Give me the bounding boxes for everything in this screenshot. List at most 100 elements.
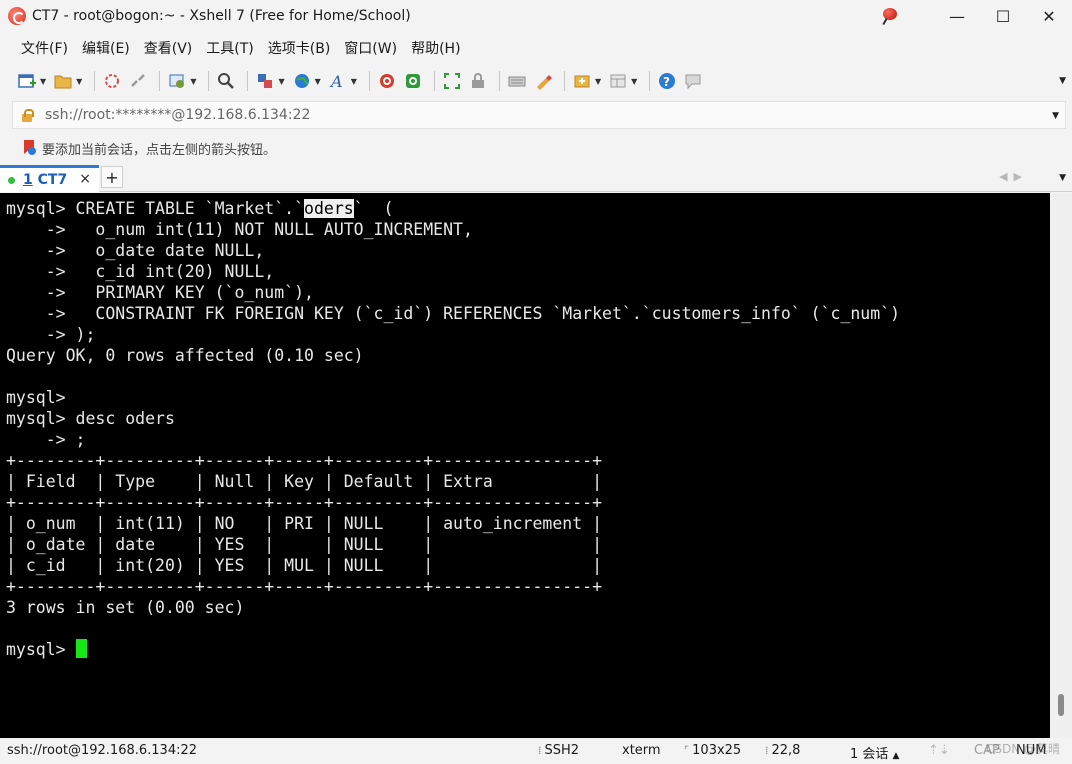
toolbar-overflow-icon[interactable]: ▼: [1059, 76, 1066, 86]
new-session-icon[interactable]: [16, 70, 38, 92]
terminal-line: -> CONSTRAINT FK FOREIGN KEY (`c_id`) RE…: [6, 304, 901, 323]
terminal-line: -> PRIMARY KEY (`o_num`),: [6, 283, 314, 302]
tab-ct7[interactable]: 1 CT7 ×: [0, 165, 99, 192]
svg-text:?: ?: [663, 75, 670, 89]
status-sessions[interactable]: 1 会话 ▲: [850, 743, 899, 762]
search-icon[interactable]: [215, 70, 237, 92]
terminal-scrollbar[interactable]: [1050, 193, 1072, 738]
toolbar-separator: [563, 71, 565, 91]
transfer-icon[interactable]: [254, 70, 276, 92]
tab-list-dropdown-icon[interactable]: ▼: [1059, 173, 1066, 183]
address-bar[interactable]: ssh://root:********@192.168.6.134:22 ▼: [12, 101, 1066, 129]
globe-dropdown-icon[interactable]: ▼: [315, 77, 321, 86]
terminal-line: mysql> desc oders: [6, 409, 175, 428]
help-icon[interactable]: ?: [656, 70, 678, 92]
add-session-icon[interactable]: [571, 70, 593, 92]
table-border: +--------+---------+------+-----+-------…: [6, 493, 603, 512]
toolbar: ▼ ▼ ▼ ▼ ▼ A ▼ ▼ ▼ ? ▼: [0, 64, 1072, 98]
terminal[interactable]: mysql> CREATE TABLE `Market`.`oders` ( -…: [0, 193, 1050, 738]
menu-file[interactable]: 文件(F): [14, 38, 75, 58]
properties-icon[interactable]: [166, 70, 188, 92]
tab-scroll-arrows-icon[interactable]: ◀▶: [999, 170, 1028, 183]
maximize-button[interactable]: ☐: [980, 0, 1026, 32]
toolbar-separator: [649, 71, 651, 91]
terminal-line: Query OK, 0 rows affected (0.10 sec): [6, 346, 364, 365]
xftp-icon[interactable]: [402, 70, 424, 92]
terminal-line: 3 rows in set (0.00 sec): [6, 598, 245, 617]
font-icon[interactable]: A: [327, 70, 349, 92]
menu-bar: 文件(F) 编辑(E) 查看(V) 工具(T) 选项卡(B) 窗口(W) 帮助(…: [0, 32, 1072, 64]
svg-text:A: A: [329, 72, 343, 90]
chat-icon[interactable]: [682, 70, 704, 92]
add-session-arrow-icon[interactable]: [22, 140, 36, 156]
table-border: +--------+---------+------+-----+-------…: [6, 577, 603, 596]
table-border: +--------+---------+------+-----+-------…: [6, 451, 603, 470]
menu-view[interactable]: 查看(V): [137, 38, 200, 58]
table-header: | Field | Type | Null | Key | Default | …: [6, 472, 603, 491]
terminal-line: -> ;: [6, 430, 86, 449]
add-tab-button[interactable]: +: [101, 166, 123, 188]
status-size: ⌜ 103x25: [684, 743, 742, 758]
tab-label: 1 CT7: [23, 172, 68, 188]
title-bar: CT7 - root@bogon:~ - Xshell 7 (Free for …: [0, 0, 1072, 32]
pin-icon[interactable]: [880, 6, 900, 26]
status-cursor-pos: ⁞ 22,8: [765, 743, 801, 758]
hint-text: 要添加当前会话，点击左侧的箭头按钮。: [42, 142, 277, 158]
toolbar-separator: [208, 71, 210, 91]
open-dropdown-icon[interactable]: ▼: [76, 77, 82, 86]
status-bar: ssh://root@192.168.6.134:22 ⁞ SSH2 xterm …: [0, 738, 1072, 764]
terminal-line: -> c_id int(20) NULL,: [6, 262, 275, 281]
resize-icon: ⌜: [684, 744, 690, 757]
properties-dropdown-icon[interactable]: ▼: [190, 77, 196, 86]
fullscreen-icon[interactable]: [441, 70, 463, 92]
prompt-line[interactable]: mysql>: [6, 639, 1050, 660]
font-dropdown-icon[interactable]: ▼: [351, 77, 357, 86]
toolbar-separator: [94, 71, 96, 91]
xshell-icon[interactable]: [376, 70, 398, 92]
protocol-icon: ⁞: [538, 744, 542, 757]
layout-icon[interactable]: [607, 70, 629, 92]
session-hint-bar: 要添加当前会话，点击左侧的箭头按钮。: [0, 132, 1072, 164]
minimize-button[interactable]: —: [934, 0, 980, 32]
status-term: xterm: [622, 743, 661, 758]
layout-dropdown-icon[interactable]: ▼: [631, 77, 637, 86]
transfer-dropdown-icon[interactable]: ▼: [278, 77, 284, 86]
add-session-dropdown-icon[interactable]: ▼: [595, 77, 601, 86]
connected-status-icon: [8, 176, 15, 184]
selected-text: oders: [304, 199, 354, 218]
close-button[interactable]: ✕: [1026, 0, 1072, 32]
terminal-line: mysql> CREATE TABLE `Market`.`oders` (: [6, 199, 394, 218]
menu-tools[interactable]: 工具(T): [199, 38, 260, 58]
status-connection: ssh://root@192.168.6.134:22: [7, 743, 198, 758]
xshell-logo-icon: [8, 7, 26, 25]
keyboard-icon[interactable]: [506, 70, 528, 92]
toolbar-separator: [498, 71, 500, 91]
menu-tabs[interactable]: 选项卡(B): [261, 38, 338, 58]
session-nav-arrows-icon[interactable]: ⇡⇣: [928, 743, 950, 758]
highlight-icon[interactable]: [532, 70, 554, 92]
open-folder-icon[interactable]: [52, 70, 74, 92]
globe-icon[interactable]: [291, 70, 313, 92]
menu-edit[interactable]: 编辑(E): [75, 38, 137, 58]
connect-icon[interactable]: [101, 70, 123, 92]
new-session-dropdown-icon[interactable]: ▼: [40, 77, 46, 86]
toolbar-separator: [247, 71, 249, 91]
toolbar-separator: [368, 71, 370, 91]
toolbar-separator: [433, 71, 435, 91]
table-row: | o_date | date | YES | | NULL | |: [6, 535, 603, 554]
tab-close-button[interactable]: ×: [79, 171, 91, 187]
terminal-line: -> o_num int(11) NOT NULL AUTO_INCREMENT…: [6, 220, 473, 239]
scrollbar-thumb[interactable]: [1058, 694, 1064, 716]
menu-window[interactable]: 窗口(W): [337, 38, 404, 58]
tab-bar: 1 CT7 × + ◀▶ ▼: [0, 165, 1072, 192]
address-input[interactable]: ssh://root:********@192.168.6.134:22: [45, 107, 310, 123]
disconnect-icon[interactable]: [127, 70, 149, 92]
address-dropdown-icon[interactable]: ▼: [1052, 111, 1059, 121]
window-title: CT7 - root@bogon:~ - Xshell 7 (Free for …: [32, 8, 411, 24]
table-row: | c_id | int(20) | YES | MUL | NULL | |: [6, 556, 603, 575]
menu-help[interactable]: 帮助(H): [404, 38, 467, 58]
lock-toolbar-icon[interactable]: [467, 70, 489, 92]
terminal-line: -> o_date date NULL,: [6, 241, 265, 260]
